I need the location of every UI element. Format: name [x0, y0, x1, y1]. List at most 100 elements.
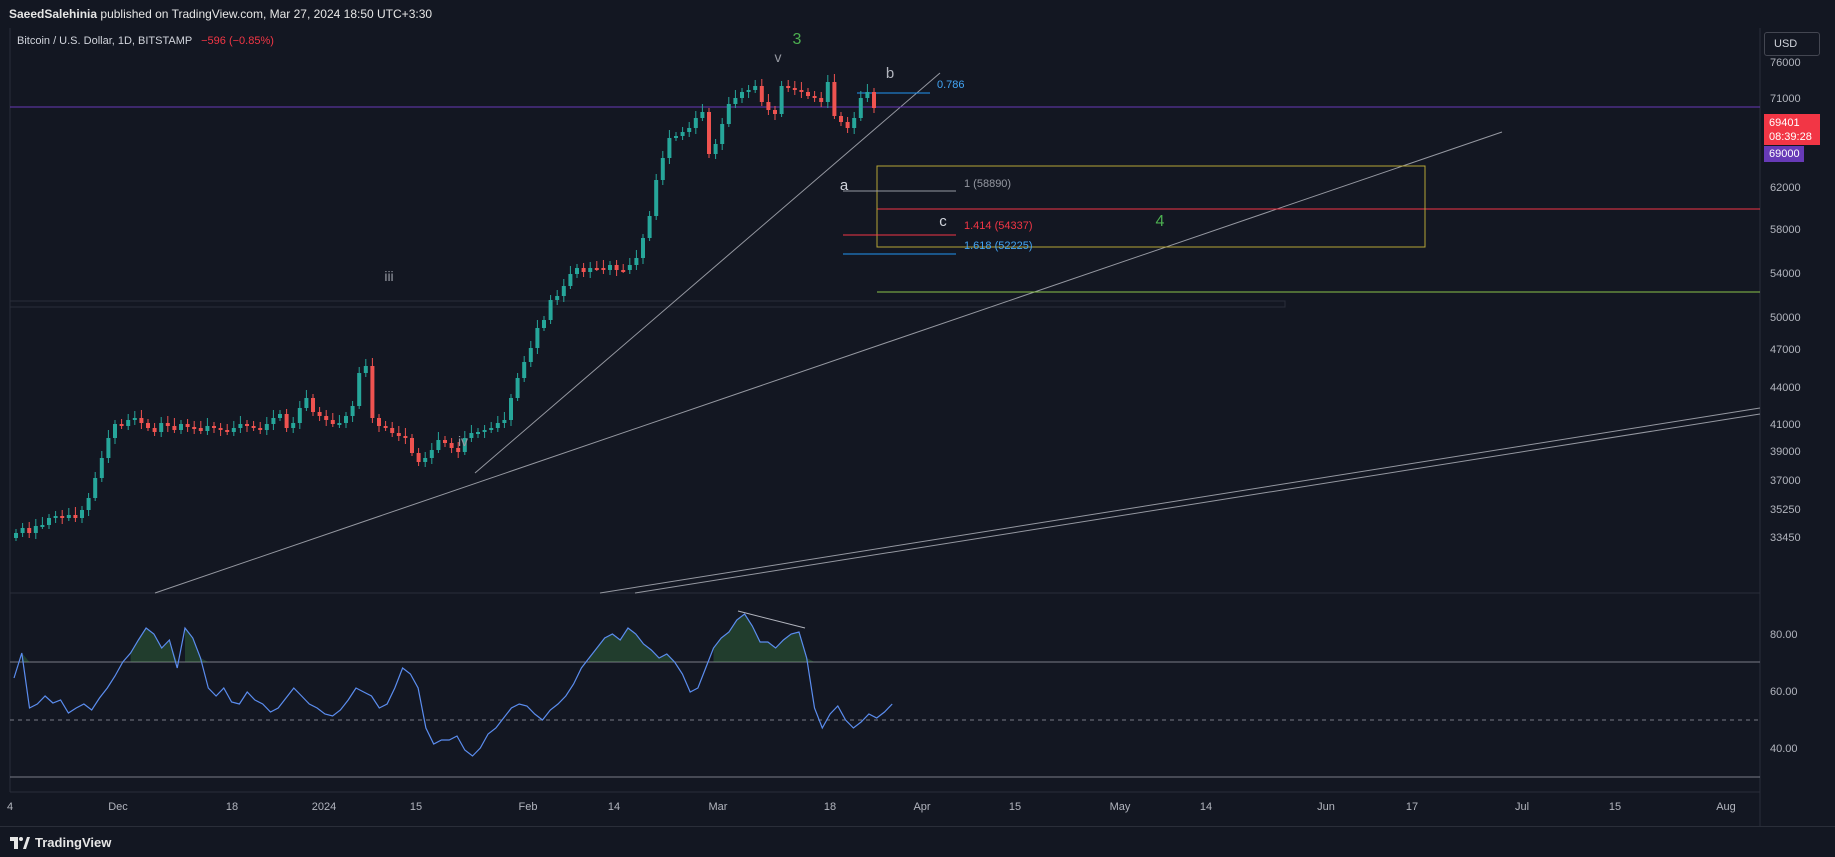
candle-body[interactable]: [786, 86, 791, 88]
wave-label-a[interactable]: a: [840, 177, 849, 194]
candle-body[interactable]: [766, 102, 771, 110]
candle-body[interactable]: [832, 82, 837, 116]
candle-body[interactable]: [40, 525, 45, 527]
candle-body[interactable]: [872, 92, 876, 108]
candle-body[interactable]: [482, 430, 487, 432]
candle-body[interactable]: [416, 453, 421, 462]
candle-body[interactable]: [212, 426, 216, 428]
candle-body[interactable]: [495, 423, 500, 428]
candle-body[interactable]: [641, 238, 645, 258]
candle-body[interactable]: [165, 423, 170, 426]
candle-body[interactable]: [779, 86, 784, 114]
candle-body[interactable]: [680, 132, 685, 136]
candle-body[interactable]: [443, 440, 447, 443]
candle-body[interactable]: [594, 268, 599, 270]
candle-body[interactable]: [330, 420, 335, 424]
candle-body[interactable]: [152, 428, 157, 432]
candle-body[interactable]: [357, 373, 362, 406]
candle-body[interactable]: [297, 408, 302, 423]
candle-body[interactable]: [80, 510, 84, 518]
candle-body[interactable]: [139, 418, 144, 423]
candle-body[interactable]: [667, 138, 672, 158]
candle-body[interactable]: [33, 526, 38, 533]
candle-body[interactable]: [608, 265, 612, 270]
candle-body[interactable]: [528, 348, 533, 362]
candle-body[interactable]: [390, 428, 395, 433]
candle-body[interactable]: [588, 268, 593, 272]
rsi-scale[interactable]: 80.00 60.00 40.00: [1770, 629, 1798, 755]
candle-body[interactable]: [601, 268, 606, 270]
candle-body[interactable]: [700, 112, 705, 118]
candle-body[interactable]: [245, 424, 249, 426]
candle-body[interactable]: [126, 420, 131, 426]
candle-body[interactable]: [119, 424, 124, 426]
candle-body[interactable]: [317, 412, 322, 416]
fib-label-0786[interactable]: 0.786: [937, 79, 965, 91]
candle-body[interactable]: [106, 438, 111, 458]
candle-body[interactable]: [238, 424, 243, 428]
candle-body[interactable]: [423, 458, 428, 462]
candle-body[interactable]: [726, 104, 731, 124]
price-pane[interactable]: [10, 28, 1760, 593]
candle-body[interactable]: [812, 96, 817, 98]
candle-body[interactable]: [865, 92, 870, 98]
wave-label-b[interactable]: b: [886, 65, 894, 82]
chart-canvas[interactable]: 3 v iii iv a b c 4 0.786 1 (58890) 1.414…: [0, 28, 1835, 826]
time-axis[interactable]: 4 Dec 18 2024 15 Feb 14 Mar 18 Apr 15 May 14 Jun 17 Jul…: [7, 801, 1736, 813]
candle-body[interactable]: [172, 426, 177, 430]
candle-body[interactable]: [852, 118, 857, 128]
candle-body[interactable]: [291, 423, 296, 428]
candle-body[interactable]: [839, 116, 843, 122]
candle-body[interactable]: [264, 424, 269, 430]
candle-body[interactable]: [799, 90, 804, 92]
candle-body[interactable]: [634, 258, 639, 265]
candle-body[interactable]: [627, 265, 632, 270]
candle-body[interactable]: [86, 498, 91, 510]
candle-body[interactable]: [581, 268, 586, 272]
candle-body[interactable]: [66, 515, 71, 518]
candle-body[interactable]: [693, 118, 698, 128]
candle-body[interactable]: [713, 144, 718, 154]
candle-body[interactable]: [561, 286, 566, 296]
candle-body[interactable]: [271, 418, 276, 424]
candle-body[interactable]: [535, 328, 540, 348]
candle-body[interactable]: [720, 124, 725, 144]
candle-body[interactable]: [429, 450, 434, 458]
author-name[interactable]: SaeedSalehinia: [9, 7, 97, 21]
candle-body[interactable]: [792, 88, 797, 90]
wave-label-iii[interactable]: iii: [384, 268, 393, 284]
candle-body[interactable]: [146, 423, 150, 428]
symbol-title[interactable]: Bitcoin / U.S. Dollar, 1D, BITSTAMP: [17, 35, 192, 47]
wave-label-4[interactable]: 4: [1156, 213, 1165, 230]
candle-body[interactable]: [363, 366, 368, 373]
fib-label-1414[interactable]: 1.414 (54337): [964, 220, 1033, 232]
candle-body[interactable]: [198, 428, 203, 431]
candle-body[interactable]: [806, 92, 810, 96]
candle-body[interactable]: [858, 98, 863, 118]
candle-body[interactable]: [324, 416, 329, 420]
candle-body[interactable]: [674, 136, 678, 138]
candle-body[interactable]: [258, 428, 263, 430]
candle-body[interactable]: [410, 438, 414, 453]
candle-body[interactable]: [740, 92, 744, 98]
wave-label-c[interactable]: c: [939, 213, 947, 230]
candle-body[interactable]: [687, 128, 692, 132]
candle-body[interactable]: [60, 516, 65, 518]
candle-body[interactable]: [350, 406, 355, 416]
currency-button[interactable]: USD: [1764, 32, 1820, 56]
candle-body[interactable]: [304, 398, 309, 408]
candle-body[interactable]: [218, 428, 223, 430]
candle-body[interactable]: [476, 432, 480, 434]
candle-body[interactable]: [819, 98, 824, 102]
wave-label-v[interactable]: v: [775, 49, 782, 65]
candle-body[interactable]: [132, 418, 137, 420]
candle-body[interactable]: [825, 82, 830, 102]
candle-body[interactable]: [759, 86, 764, 102]
candle-body[interactable]: [73, 515, 78, 518]
candle-body[interactable]: [509, 398, 513, 420]
candle-body[interactable]: [53, 516, 58, 518]
candle-body[interactable]: [179, 424, 183, 430]
candle-body[interactable]: [733, 98, 738, 104]
candle-body[interactable]: [93, 478, 98, 498]
fib-label-1618[interactable]: 1.618 (52225): [964, 240, 1033, 252]
